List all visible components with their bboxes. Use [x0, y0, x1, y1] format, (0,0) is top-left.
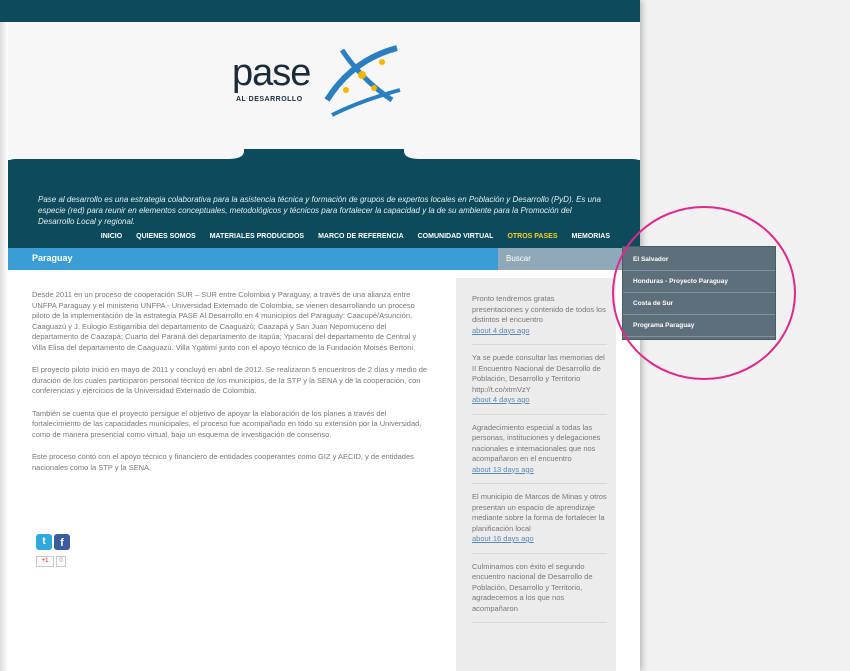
tweet-text: El municipio de Marcos de Minas y otros …	[472, 492, 607, 533]
nav-item-quienes-somos[interactable]: QUIENES SOMOS	[136, 230, 196, 244]
tweet-timestamp-link[interactable]: about 4 days ago	[472, 395, 607, 406]
content-paragraph: Desde 2011 en un proceso de cooperación …	[32, 290, 417, 352]
main-nav: INICIO QUIENES SOMOS MATERIALES PRODUCIDOS…	[8, 230, 640, 244]
tweet-item: Agradecimiento especial a todas las pers…	[472, 422, 607, 484]
tweet-item: El municipio de Marcos de Minas y otros …	[472, 492, 607, 554]
nav-item-materiales-producidos[interactable]: MATERIALES PRODUCIDOS	[210, 230, 304, 244]
social-buttons: t f	[36, 534, 70, 550]
tweet-text: Ya se puede consultar las memorias del I…	[472, 353, 605, 394]
facebook-icon[interactable]: f	[54, 534, 70, 550]
content-paragraph: El proyecto piloto inició en mayo de 201…	[32, 365, 428, 395]
gplus-count: 0	[56, 556, 66, 567]
nav-item-otros-pases[interactable]: OTROS PASES	[507, 230, 557, 244]
tweet-timestamp-link[interactable]: about 13 days ago	[472, 465, 607, 476]
tagline: Pase al desarrollo es una estrategia col…	[38, 195, 601, 226]
content-paragraph: Este proceso contó con el apoyo técnico …	[32, 452, 414, 472]
logo[interactable]: pase AL DESARROLLO	[232, 40, 402, 130]
logo-word: pase	[232, 52, 311, 94]
tweet-text: Culminamos con éxito el segundo encuentr…	[472, 561, 593, 613]
nav-item-comunidad-virtual[interactable]: COMUNIDAD VIRTUAL	[418, 230, 494, 244]
tweet-item: Pronto tendremos gratas presentaciones y…	[472, 294, 607, 345]
main-content: Desde 2011 en un proceso de cooperación …	[32, 290, 432, 485]
search-label: Buscar	[506, 254, 531, 263]
highlight-circle	[612, 206, 796, 380]
gplus-buttons: +1 0	[36, 556, 66, 567]
tweet-text: Agradecimiento especial a todas las pers…	[472, 422, 601, 464]
tweet-timestamp-link[interactable]: about 16 days ago	[472, 534, 607, 545]
twitter-icon[interactable]: t	[36, 534, 52, 550]
page-title: Paraguay	[32, 253, 73, 263]
page: pase AL DESARROLLO Pase al desarrollo es…	[0, 0, 640, 671]
tweet-text: Pronto tendremos gratas presentaciones y…	[472, 294, 606, 324]
tweet-item: Culminamos con éxito el segundo encuentr…	[472, 561, 607, 623]
nav-item-inicio[interactable]: INICIO	[101, 230, 122, 244]
gplus-button[interactable]: +1	[36, 556, 54, 567]
page-shadow	[0, 0, 8, 671]
tweet-feed: Pronto tendremos gratas presentaciones y…	[472, 294, 607, 631]
logo-subtitle: AL DESARROLLO	[236, 96, 303, 103]
logo-mark-icon	[324, 45, 401, 117]
tweet-timestamp-link[interactable]: about 4 days ago	[472, 326, 607, 337]
tweet-item: Ya se puede consultar las memorias del I…	[472, 353, 607, 415]
content-paragraph: También se cuenta que el proyecto persig…	[32, 408, 422, 439]
nav-item-memorias[interactable]: MEMORIAS	[572, 230, 611, 244]
top-bar	[0, 0, 640, 22]
nav-item-marco-de-referencia[interactable]: MARCO DE REFERENCIA	[318, 230, 404, 244]
section-bar: Paraguay Buscar	[8, 248, 640, 270]
